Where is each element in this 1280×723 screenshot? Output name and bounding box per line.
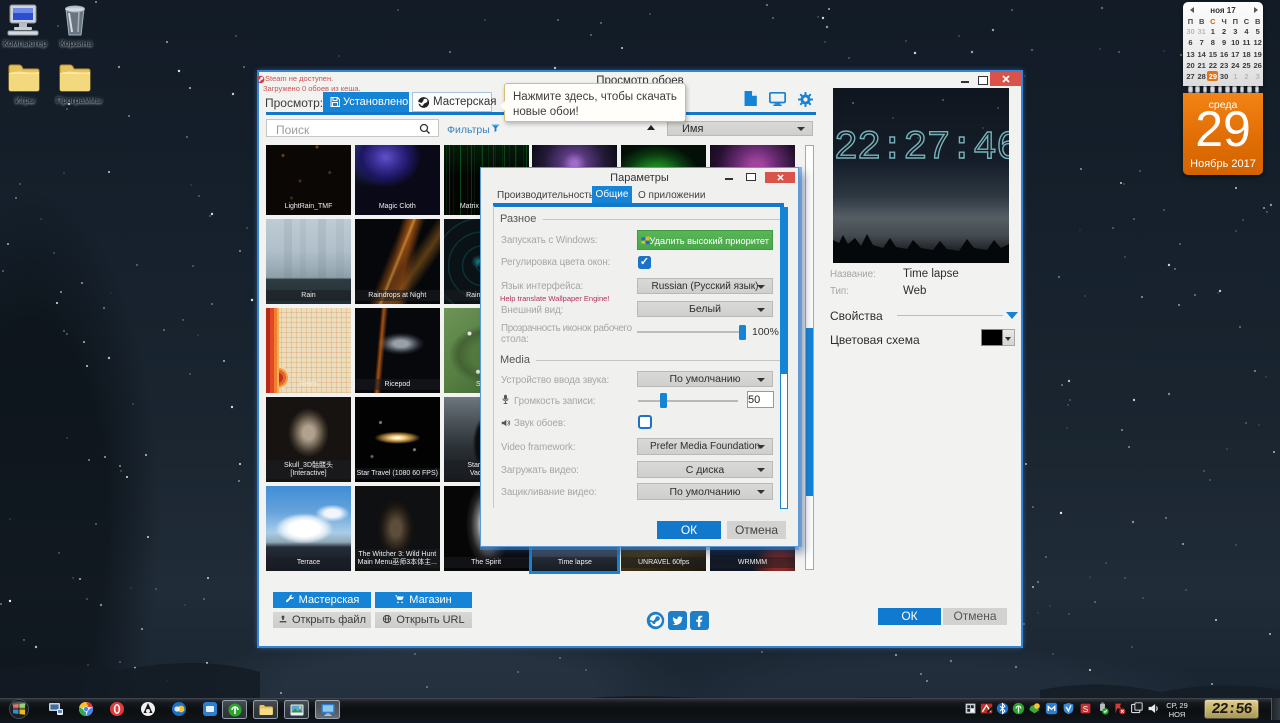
svg-text:S: S: [1083, 705, 1089, 714]
svg-text:22:27:46: 22:27:46: [834, 126, 1009, 171]
